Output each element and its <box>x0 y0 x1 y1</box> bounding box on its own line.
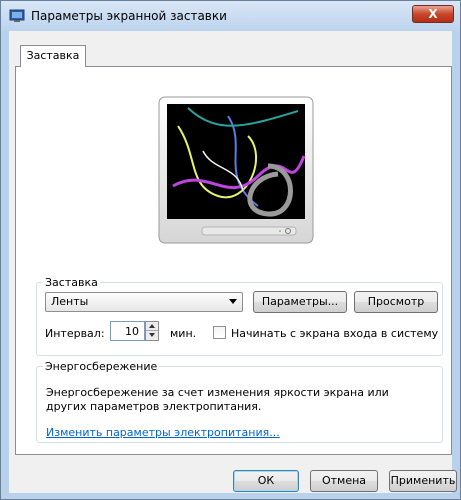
interval-label: Интервал: <box>45 327 105 340</box>
tab-screensaver[interactable]: Заставка <box>20 45 86 67</box>
window-title: Параметры экранной заставки <box>31 9 227 23</box>
interval-input[interactable] <box>110 321 145 341</box>
titlebar[interactable]: Параметры экранной заставки X <box>1 1 460 31</box>
power-group-legend: Энергосбережение <box>45 360 158 373</box>
spin-down-icon[interactable] <box>146 331 158 340</box>
interval-unit: мин. <box>170 327 197 340</box>
ok-button[interactable]: ОК <box>233 470 299 492</box>
monitor-preview <box>158 96 314 244</box>
logon-screen-checkbox[interactable] <box>213 326 226 339</box>
preview-button[interactable]: Просмотр <box>354 291 438 313</box>
power-settings-link[interactable]: Изменить параметры электропитания... <box>46 426 280 439</box>
settings-button[interactable]: Параметры... <box>253 291 347 313</box>
screensaver-select[interactable]: Ленты <box>45 292 243 312</box>
spin-up-icon[interactable] <box>146 322 158 331</box>
interval-stepper <box>145 321 159 341</box>
close-button[interactable]: X <box>412 5 454 23</box>
screensaver-group-legend: Заставка <box>45 276 98 289</box>
apply-button[interactable]: Применить <box>389 470 457 492</box>
screensaver-group: Заставка <box>36 276 443 356</box>
chevron-down-icon <box>229 299 237 304</box>
screensaver-select-value: Ленты <box>51 295 89 308</box>
screensaver-app-icon <box>9 9 25 22</box>
power-description: Энергосбережение за счет изменения яркос… <box>46 386 389 413</box>
logon-screen-label[interactable]: Начинать с экрана входа в систему <box>231 327 438 340</box>
cancel-button[interactable]: Отмена <box>310 470 378 492</box>
